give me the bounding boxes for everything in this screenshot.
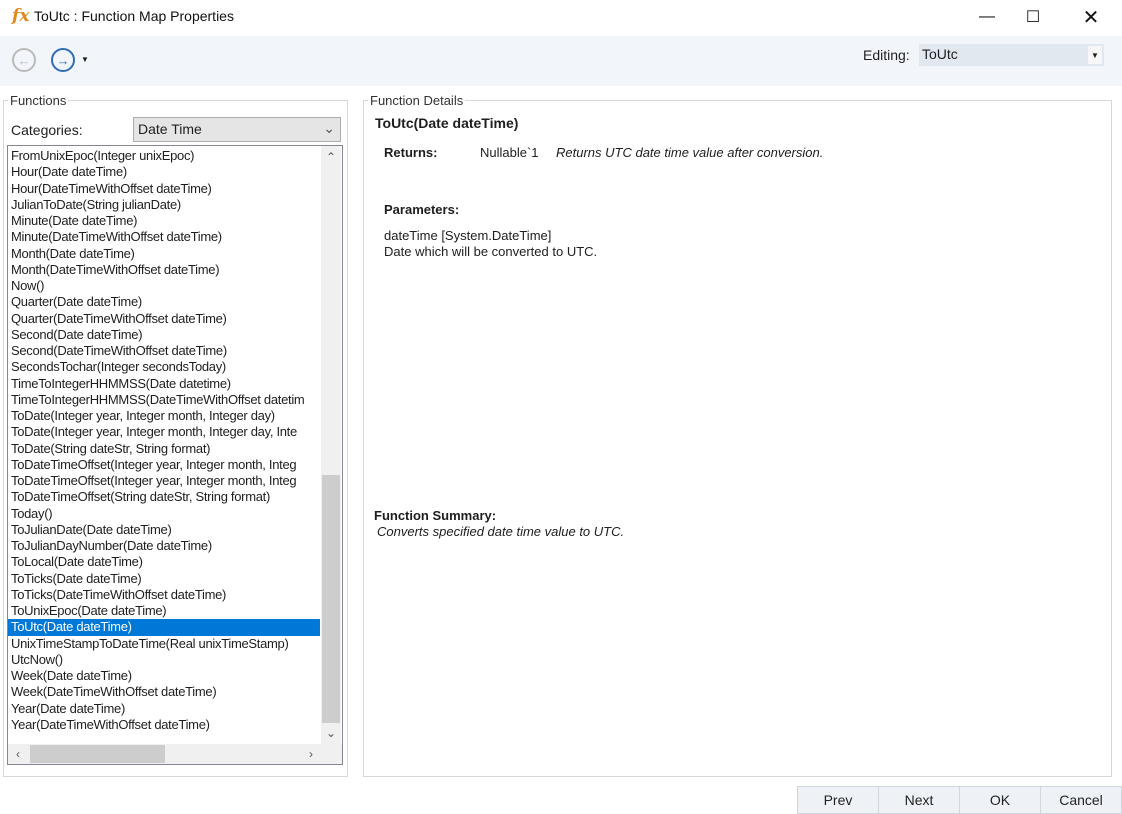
list-item[interactable]: Year(Date dateTime) bbox=[8, 701, 342, 717]
list-item[interactable]: Week(DateTimeWithOffset dateTime) bbox=[8, 684, 342, 700]
editing-value: ToUtc bbox=[922, 46, 958, 62]
chevron-down-icon[interactable]: ▼ bbox=[1088, 46, 1102, 64]
list-item[interactable]: ToDate(Integer year, Integer month, Inte… bbox=[8, 424, 342, 440]
ok-button[interactable]: OK bbox=[959, 786, 1041, 814]
list-item[interactable]: UtcNow() bbox=[8, 652, 342, 668]
close-button[interactable]: ✕ bbox=[1068, 0, 1114, 34]
list-item[interactable]: Month(Date dateTime) bbox=[8, 246, 342, 262]
list-item[interactable]: ToUtc(Date dateTime) bbox=[8, 619, 320, 636]
list-item[interactable]: Week(Date dateTime) bbox=[8, 668, 342, 684]
summary-label: Function Summary: bbox=[374, 508, 497, 523]
fx-icon: fx bbox=[12, 6, 30, 26]
list-item[interactable]: Minute(Date dateTime) bbox=[8, 213, 342, 229]
list-item[interactable]: ToTicks(Date dateTime) bbox=[8, 571, 342, 587]
editing-label: Editing: bbox=[863, 47, 910, 63]
list-item[interactable]: ToTicks(DateTimeWithOffset dateTime) bbox=[8, 587, 342, 603]
summary-text: Converts specified date time value to UT… bbox=[377, 524, 625, 539]
list-item[interactable]: Year(DateTimeWithOffset dateTime) bbox=[8, 717, 342, 733]
list-item[interactable]: Quarter(Date dateTime) bbox=[8, 294, 342, 310]
list-item[interactable]: Hour(Date dateTime) bbox=[8, 164, 342, 180]
scroll-up-icon[interactable]: ⌃ bbox=[322, 148, 340, 166]
functions-list[interactable]: FromUnixEpoc(Integer unixEpoc) Hour(Date … bbox=[7, 145, 343, 765]
list-item[interactable]: Second(DateTimeWithOffset dateTime) bbox=[8, 343, 342, 359]
returns-label: Returns: bbox=[384, 145, 438, 160]
list-item[interactable]: ToDateTimeOffset(Integer year, Integer m… bbox=[8, 457, 342, 473]
forward-dropdown-icon[interactable]: ▼ bbox=[81, 55, 89, 64]
list-item[interactable]: ToDate(String dateStr, String format) bbox=[8, 441, 342, 457]
categories-label: Categories: bbox=[11, 122, 83, 138]
vertical-scroll-thumb[interactable] bbox=[322, 475, 340, 723]
list-item[interactable]: Minute(DateTimeWithOffset dateTime) bbox=[8, 229, 342, 245]
list-item[interactable]: ToLocal(Date dateTime) bbox=[8, 554, 342, 570]
list-item[interactable]: ToJulianDate(Date dateTime) bbox=[8, 522, 342, 538]
next-button[interactable]: Next bbox=[878, 786, 960, 814]
list-item[interactable]: SecondsTochar(Integer secondsToday) bbox=[8, 359, 342, 375]
function-signature: ToUtc(Date dateTime) bbox=[375, 115, 519, 131]
categories-select[interactable]: Date Time ⌄ bbox=[133, 117, 341, 142]
list-item[interactable]: ToDate(Integer year, Integer month, Inte… bbox=[8, 408, 342, 424]
prev-button[interactable]: Prev bbox=[797, 786, 879, 814]
horizontal-scroll-thumb[interactable] bbox=[30, 745, 165, 763]
list-item[interactable]: TimeToIntegerHHMMSS(Date datetime) bbox=[8, 376, 342, 392]
list-item[interactable]: Now() bbox=[8, 278, 342, 294]
list-item[interactable]: Hour(DateTimeWithOffset dateTime) bbox=[8, 181, 342, 197]
list-item[interactable]: ToJulianDayNumber(Date dateTime) bbox=[8, 538, 342, 554]
list-item[interactable]: JulianToDate(String julianDate) bbox=[8, 197, 342, 213]
list-item[interactable]: UnixTimeStampToDateTime(Real unixTimeSta… bbox=[8, 636, 342, 652]
list-item[interactable]: FromUnixEpoc(Integer unixEpoc) bbox=[8, 148, 342, 164]
parameter-name: dateTime [System.DateTime] bbox=[384, 228, 552, 243]
category-value: Date Time bbox=[138, 121, 202, 137]
cancel-button[interactable]: Cancel bbox=[1040, 786, 1122, 814]
list-item[interactable]: ToDateTimeOffset(Integer year, Integer m… bbox=[8, 473, 342, 489]
back-arrow-icon[interactable]: ← bbox=[12, 48, 36, 72]
scroll-right-icon[interactable]: › bbox=[302, 745, 320, 763]
details-legend: Function Details bbox=[368, 93, 466, 108]
list-item[interactable]: ToUnixEpoc(Date dateTime) bbox=[8, 603, 342, 619]
window-title: ToUtc : Function Map Properties bbox=[34, 8, 234, 24]
title-bar: fx ToUtc : Function Map Properties — ☐ ✕ bbox=[0, 0, 1122, 36]
maximize-button[interactable]: ☐ bbox=[1010, 0, 1056, 34]
scroll-left-icon[interactable]: ‹ bbox=[9, 745, 27, 763]
returns-type: Nullable`1 bbox=[480, 145, 539, 160]
scroll-down-icon[interactable]: ⌄ bbox=[322, 724, 340, 742]
parameters-label: Parameters: bbox=[384, 202, 460, 217]
list-item[interactable]: Quarter(DateTimeWithOffset dateTime) bbox=[8, 311, 342, 327]
returns-description: Returns UTC date time value after conver… bbox=[556, 145, 824, 160]
list-item[interactable]: TimeToIntegerHHMMSS(DateTimeWithOffset d… bbox=[8, 392, 342, 408]
list-item[interactable]: Month(DateTimeWithOffset dateTime) bbox=[8, 262, 342, 278]
parameter-description: Date which will be converted to UTC. bbox=[384, 244, 598, 259]
minimize-button[interactable]: — bbox=[964, 0, 1010, 34]
functions-legend: Functions bbox=[8, 93, 69, 108]
chevron-down-icon: ⌄ bbox=[323, 120, 335, 136]
list-item[interactable]: ToDateTimeOffset(String dateStr, String … bbox=[8, 489, 342, 505]
function-details-group bbox=[363, 100, 1112, 777]
list-item[interactable]: Second(Date dateTime) bbox=[8, 327, 342, 343]
list-item[interactable]: Today() bbox=[8, 506, 342, 522]
editing-select[interactable]: ToUtc ▼ bbox=[919, 44, 1104, 66]
forward-arrow-icon[interactable]: → bbox=[51, 48, 75, 72]
